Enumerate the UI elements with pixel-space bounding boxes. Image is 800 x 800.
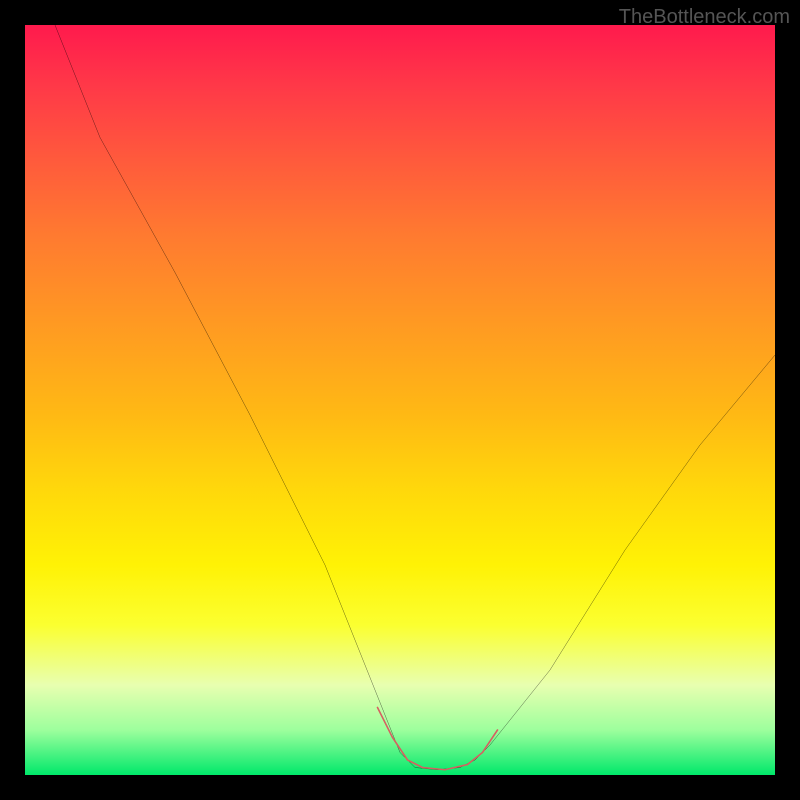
curve-highlight	[378, 708, 498, 770]
bottleneck-curve	[25, 25, 775, 775]
watermark-text: TheBottleneck.com	[619, 6, 790, 29]
curve-path	[55, 25, 775, 770]
